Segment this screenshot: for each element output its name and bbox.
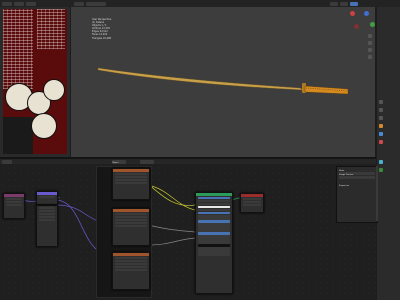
principled-bsdf-node[interactable] [195,192,233,294]
node-header [4,194,24,197]
image-texture-node-3[interactable] [112,252,150,290]
node-socket-row [115,178,147,181]
node-sidebar-panel: Node Image Texture Properties [336,166,378,223]
node-socket-row[interactable] [198,211,230,214]
sidebar-node-title: Node [339,168,375,172]
node-link [54,204,101,223]
node-header [113,253,149,256]
node-socket-row [6,197,22,200]
image-texture-node-1[interactable] [112,168,150,200]
sidebar-properties-label: Properties [339,185,350,187]
node-socket-row [6,203,22,206]
node-socket-row[interactable] [198,202,230,205]
node-socket-row [115,256,147,259]
node-socket-row [115,262,147,265]
node-socket-row [115,218,147,221]
node-socket-row [243,197,261,200]
node-socket-row [115,175,147,178]
sidebar-name-value: Image Texture [339,174,354,176]
node-socket-row [243,203,261,206]
node-socket-row [39,215,55,218]
node-color-swatch[interactable] [198,205,230,208]
node-socket-row [115,268,147,271]
node-socket-row [39,218,55,221]
node-header [113,209,149,212]
mapping-node[interactable] [36,191,58,205]
texture-coordinate-node[interactable] [3,193,25,219]
node-socket-row [243,200,261,203]
node-socket-row [115,181,147,184]
node-socket-row[interactable] [198,208,230,211]
node-header [37,192,57,195]
node-header [113,169,149,172]
node-socket-row [39,206,55,209]
node-header [241,194,263,197]
node-socket-row[interactable] [198,199,230,202]
node-header [196,193,232,196]
sidebar-properties-header[interactable]: Properties [339,183,375,187]
node-socket-row[interactable] [198,253,230,256]
node-link [147,184,196,211]
mapping-node-body[interactable] [36,205,58,247]
node-socket-row [39,212,55,215]
node-link [147,237,196,246]
node-socket-row [39,209,55,212]
material-output-node[interactable] [240,193,264,213]
node-link [147,224,196,233]
node-socket-row [6,200,22,203]
node-socket-row [115,215,147,218]
node-socket-row[interactable] [198,196,230,199]
node-socket-row [39,195,55,198]
node-socket-row [115,265,147,268]
node-socket-row [115,259,147,262]
node-socket-row [115,212,147,215]
sidebar-label-field[interactable] [339,176,375,179]
node-socket-row [115,224,147,227]
node-link [54,199,101,253]
image-texture-node-2[interactable] [112,208,150,246]
node-socket-row [115,221,147,224]
node-socket-row [115,172,147,175]
sidebar-tabs[interactable] [376,166,378,221]
sidebar-name-field[interactable]: Image Texture [339,172,375,176]
